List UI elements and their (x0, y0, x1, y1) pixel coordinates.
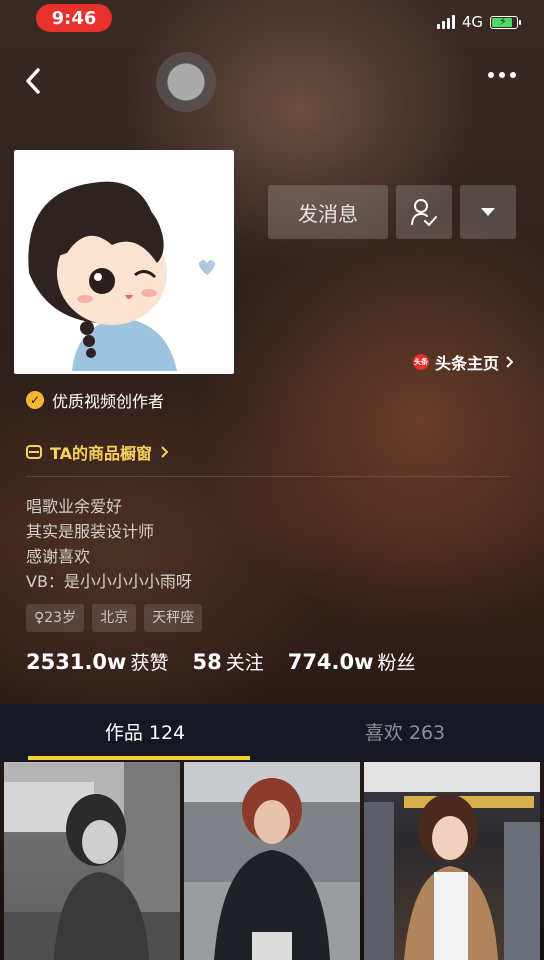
stat-value: 58 (192, 650, 222, 674)
battery-icon: ⚡ (490, 15, 521, 29)
chevron-right-icon (506, 356, 514, 368)
send-message-button[interactable]: 发消息 (268, 185, 388, 239)
bio: 唱歌业余爱好 其实是服装设计师 感谢喜欢 VB：是小小小小小雨呀 (26, 494, 192, 594)
status-indicators: 4G ⚡ (436, 12, 521, 32)
video-thumbnail[interactable] (184, 762, 360, 960)
avatar[interactable] (14, 150, 234, 374)
cartoon-girl-avatar (17, 153, 231, 371)
creator-badge-label: 优质视频创作者 (52, 392, 165, 411)
stat-label: 粉丝 (377, 652, 416, 674)
tag-location: 北京 (92, 604, 137, 632)
send-message-label: 发消息 (298, 201, 358, 226)
chevron-down-icon (481, 208, 495, 216)
verified-check-icon: ✓ (26, 391, 44, 409)
divider (26, 476, 510, 477)
bio-line: 其实是服装设计师 (26, 522, 155, 541)
chevron-right-icon (161, 446, 169, 458)
chevron-left-icon (26, 68, 40, 94)
video-thumbnail-image (4, 762, 180, 960)
tab-likes[interactable]: 喜欢 263 (300, 704, 510, 762)
user-check-icon (411, 199, 437, 226)
toutiao-homepage-link[interactable]: 头条 头条主页 (413, 350, 514, 374)
back-button[interactable] (22, 64, 46, 100)
network-label: 4G (461, 13, 483, 31)
toutiao-icon: 头条 (413, 354, 429, 370)
floating-record-icon[interactable] (156, 52, 216, 112)
video-thumbnail-image (184, 762, 360, 960)
bio-line: VB：是小小小小小雨呀 (26, 572, 192, 591)
follow-button[interactable] (396, 185, 452, 239)
stat-likes: 2531.0w 获赞 (26, 648, 168, 675)
profile-stats: 2531.0w 获赞 58 关注 774.0w 粉丝 (26, 648, 416, 675)
status-time: 9:46 (36, 4, 112, 32)
stat-value: 2531.0w (26, 650, 127, 674)
stat-value: 774.0w (287, 650, 374, 674)
content-tabs: 作品 124 喜欢 263 (0, 704, 544, 762)
video-thumbnail-image (364, 762, 540, 960)
stat-followers[interactable]: 774.0w 粉丝 (288, 648, 416, 675)
profile-tags: ♀23岁 北京 天秤座 (26, 604, 203, 632)
shop-icon (26, 445, 42, 459)
shop-window-link[interactable]: TA的商品橱窗 (26, 440, 169, 464)
time-text: 9:46 (51, 7, 97, 29)
creator-badge: ✓ 优质视频创作者 (26, 388, 164, 412)
stat-label: 获赞 (130, 652, 169, 674)
stat-following[interactable]: 58 关注 (192, 648, 263, 675)
stat-label: 关注 (225, 652, 264, 674)
signal-icon (436, 15, 455, 29)
video-thumbnail[interactable] (364, 762, 540, 960)
video-thumbnail[interactable] (4, 762, 180, 960)
shop-link-label: TA的商品橱窗 (50, 444, 153, 463)
active-tab-indicator (28, 756, 250, 760)
tag-zodiac: 天秤座 (144, 604, 203, 632)
bio-line: 感谢喜欢 (26, 547, 91, 566)
expand-dropdown-button[interactable] (460, 185, 516, 239)
tab-works[interactable]: 作品 124 (40, 704, 250, 762)
tag-age: ♀23岁 (26, 604, 85, 632)
bio-line: 唱歌业余爱好 (26, 497, 123, 516)
more-options-button[interactable] (488, 72, 516, 78)
toutiao-link-label: 头条主页 (435, 354, 500, 373)
